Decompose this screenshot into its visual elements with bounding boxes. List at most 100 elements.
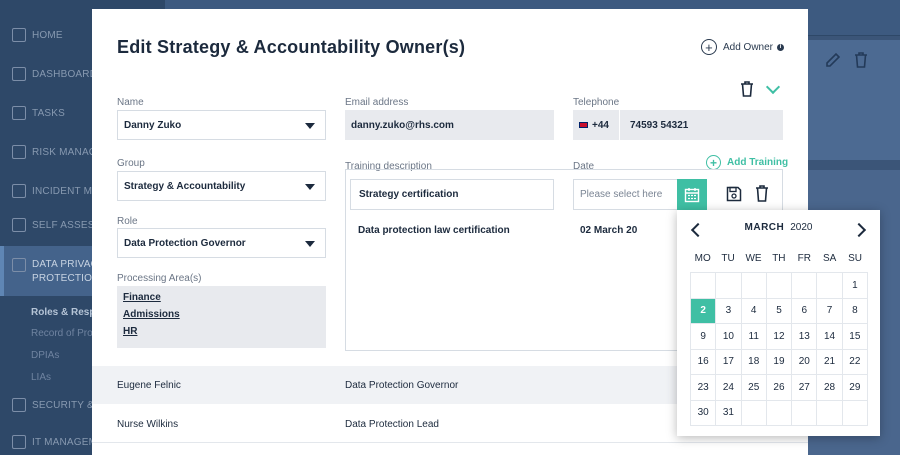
email-label: Email address [345, 97, 409, 108]
training-description-input[interactable]: Strategy certification [350, 179, 554, 210]
caret-down-icon [305, 184, 315, 190]
save-icon[interactable] [726, 186, 742, 207]
calendar-day[interactable]: 4 [740, 297, 767, 324]
calendar-day[interactable]: 20 [791, 348, 818, 375]
calendar-day[interactable]: 30 [689, 399, 717, 426]
calendar-day [689, 272, 717, 299]
sidebar-subitem-record[interactable]: Record of Pro [31, 328, 93, 339]
calendar-day [791, 399, 818, 426]
date-input[interactable]: Please select here [573, 179, 677, 210]
trash-icon[interactable] [740, 81, 754, 102]
month-label: MARCH [744, 222, 785, 233]
calendar-day[interactable]: 7 [816, 297, 843, 324]
processing-area-item[interactable]: Finance [123, 292, 320, 303]
tag-icon [12, 184, 26, 198]
group-value: Strategy & Accountability [124, 180, 246, 192]
calendar-day[interactable]: 16 [689, 348, 717, 375]
computer-icon [12, 435, 26, 449]
calendar-day[interactable]: 22 [841, 348, 869, 375]
caret-down-icon [305, 123, 315, 129]
calendar-day[interactable]: 3 [715, 297, 742, 324]
sidebar-subitem-roles[interactable]: Roles & Respo [31, 307, 102, 318]
trash-icon[interactable] [755, 185, 769, 207]
calendar-day-selected[interactable]: 2 [689, 297, 717, 324]
info-icon[interactable]: i [777, 43, 784, 51]
sidebar-subitem-lias[interactable]: LIAs [31, 372, 51, 383]
calendar-day[interactable]: 27 [791, 374, 818, 401]
chevron-down-icon[interactable] [765, 79, 781, 95]
add-owner-button[interactable]: + Add Owner i [700, 39, 784, 55]
calendar-day[interactable]: 18 [740, 348, 767, 375]
email-field: danny.zuko@rhs.com [345, 110, 554, 140]
date-placeholder: Please select here [580, 189, 663, 200]
weekday-label: SU [848, 253, 863, 264]
calendar-day[interactable]: 21 [816, 348, 843, 375]
calendar-day[interactable]: 24 [715, 374, 742, 401]
calendar-day[interactable]: 12 [765, 323, 793, 350]
name-label: Name [117, 97, 144, 108]
trash-icon[interactable] [854, 52, 868, 73]
plus-circle-icon: + [706, 155, 721, 170]
plus-circle-icon: + [700, 39, 717, 55]
calendar-day[interactable]: 17 [715, 348, 742, 375]
calendar-day[interactable]: 11 [740, 323, 767, 350]
calendar-day[interactable]: 19 [765, 348, 793, 375]
calendar-day[interactable]: 23 [689, 374, 717, 401]
calendar-day[interactable]: 13 [791, 323, 818, 350]
weekday-label: MO [694, 253, 711, 264]
telephone-field: +44 74593 54321 [573, 110, 783, 140]
name-value: Danny Zuko [124, 119, 182, 131]
calendar-day [765, 272, 793, 299]
role-value: Data Protection Governor [124, 237, 246, 249]
calendar-day[interactable]: 26 [765, 374, 793, 401]
month-year-header: MARCH 2020 [677, 222, 880, 240]
role-label: Role [117, 216, 138, 227]
country-code: +44 [592, 119, 609, 131]
weekday-label: SA [823, 253, 837, 264]
document-icon [12, 258, 26, 272]
edit-icon[interactable] [825, 52, 841, 73]
calendar-day[interactable]: 25 [740, 374, 767, 401]
calendar-day[interactable]: 9 [689, 323, 717, 350]
calendar-day[interactable]: 15 [841, 323, 869, 350]
email-value: danny.zuko@rhs.com [351, 119, 454, 131]
calendar-day [791, 272, 818, 299]
weekday-label: TU [721, 253, 735, 264]
calendar-day[interactable]: 29 [841, 374, 869, 401]
caret-down-icon [305, 241, 315, 247]
owner-name: Eugene Felnic [117, 380, 181, 391]
calendar-day [740, 399, 767, 426]
processing-area-item[interactable]: Admissions [123, 309, 320, 320]
training-row-description: Data protection law certification [358, 225, 510, 236]
calendar-day [740, 272, 767, 299]
calendar-day[interactable]: 5 [765, 297, 793, 324]
processing-area-list: Finance Admissions HR [117, 286, 326, 348]
training-description-value: Strategy certification [359, 189, 459, 200]
role-select[interactable]: Data Protection Governor [117, 228, 326, 258]
modal-title: Edit Strategy & Accountability Owner(s) [117, 37, 466, 57]
sidebar-subitem-dpias[interactable]: DPIAs [31, 350, 59, 361]
calendar-day [841, 399, 869, 426]
calendar-day[interactable]: 10 [715, 323, 742, 350]
calendar-day[interactable]: 14 [816, 323, 843, 350]
chart-icon [12, 145, 26, 159]
calendar-grid: 1 2 3 4 5 6 7 8 9 10 11 12 13 14 15 16 1… [689, 272, 869, 426]
name-select[interactable]: Danny Zuko [117, 110, 326, 140]
weekday-label: FR [797, 253, 811, 264]
date-picker: MARCH 2020 MO TU WE TH FR SA SU 1 2 3 4 5… [677, 210, 880, 436]
processing-area-item[interactable]: HR [123, 326, 320, 337]
calendar-button[interactable] [677, 179, 707, 210]
home-icon [12, 28, 26, 42]
group-select[interactable]: Strategy & Accountability [117, 171, 326, 201]
add-training-label: Add Training [727, 157, 789, 168]
phone-number: 74593 54321 [629, 119, 689, 131]
calendar-day[interactable]: 31 [715, 399, 742, 426]
add-training-button[interactable]: + Add Training [706, 155, 788, 170]
owner-role: Data Protection Governor [345, 380, 459, 391]
background-card [800, 40, 900, 160]
weekday-label: TH [772, 253, 786, 264]
calendar-day[interactable]: 28 [816, 374, 843, 401]
calendar-day[interactable]: 6 [791, 297, 818, 324]
calendar-day[interactable]: 1 [841, 272, 869, 299]
calendar-day[interactable]: 8 [841, 297, 869, 324]
